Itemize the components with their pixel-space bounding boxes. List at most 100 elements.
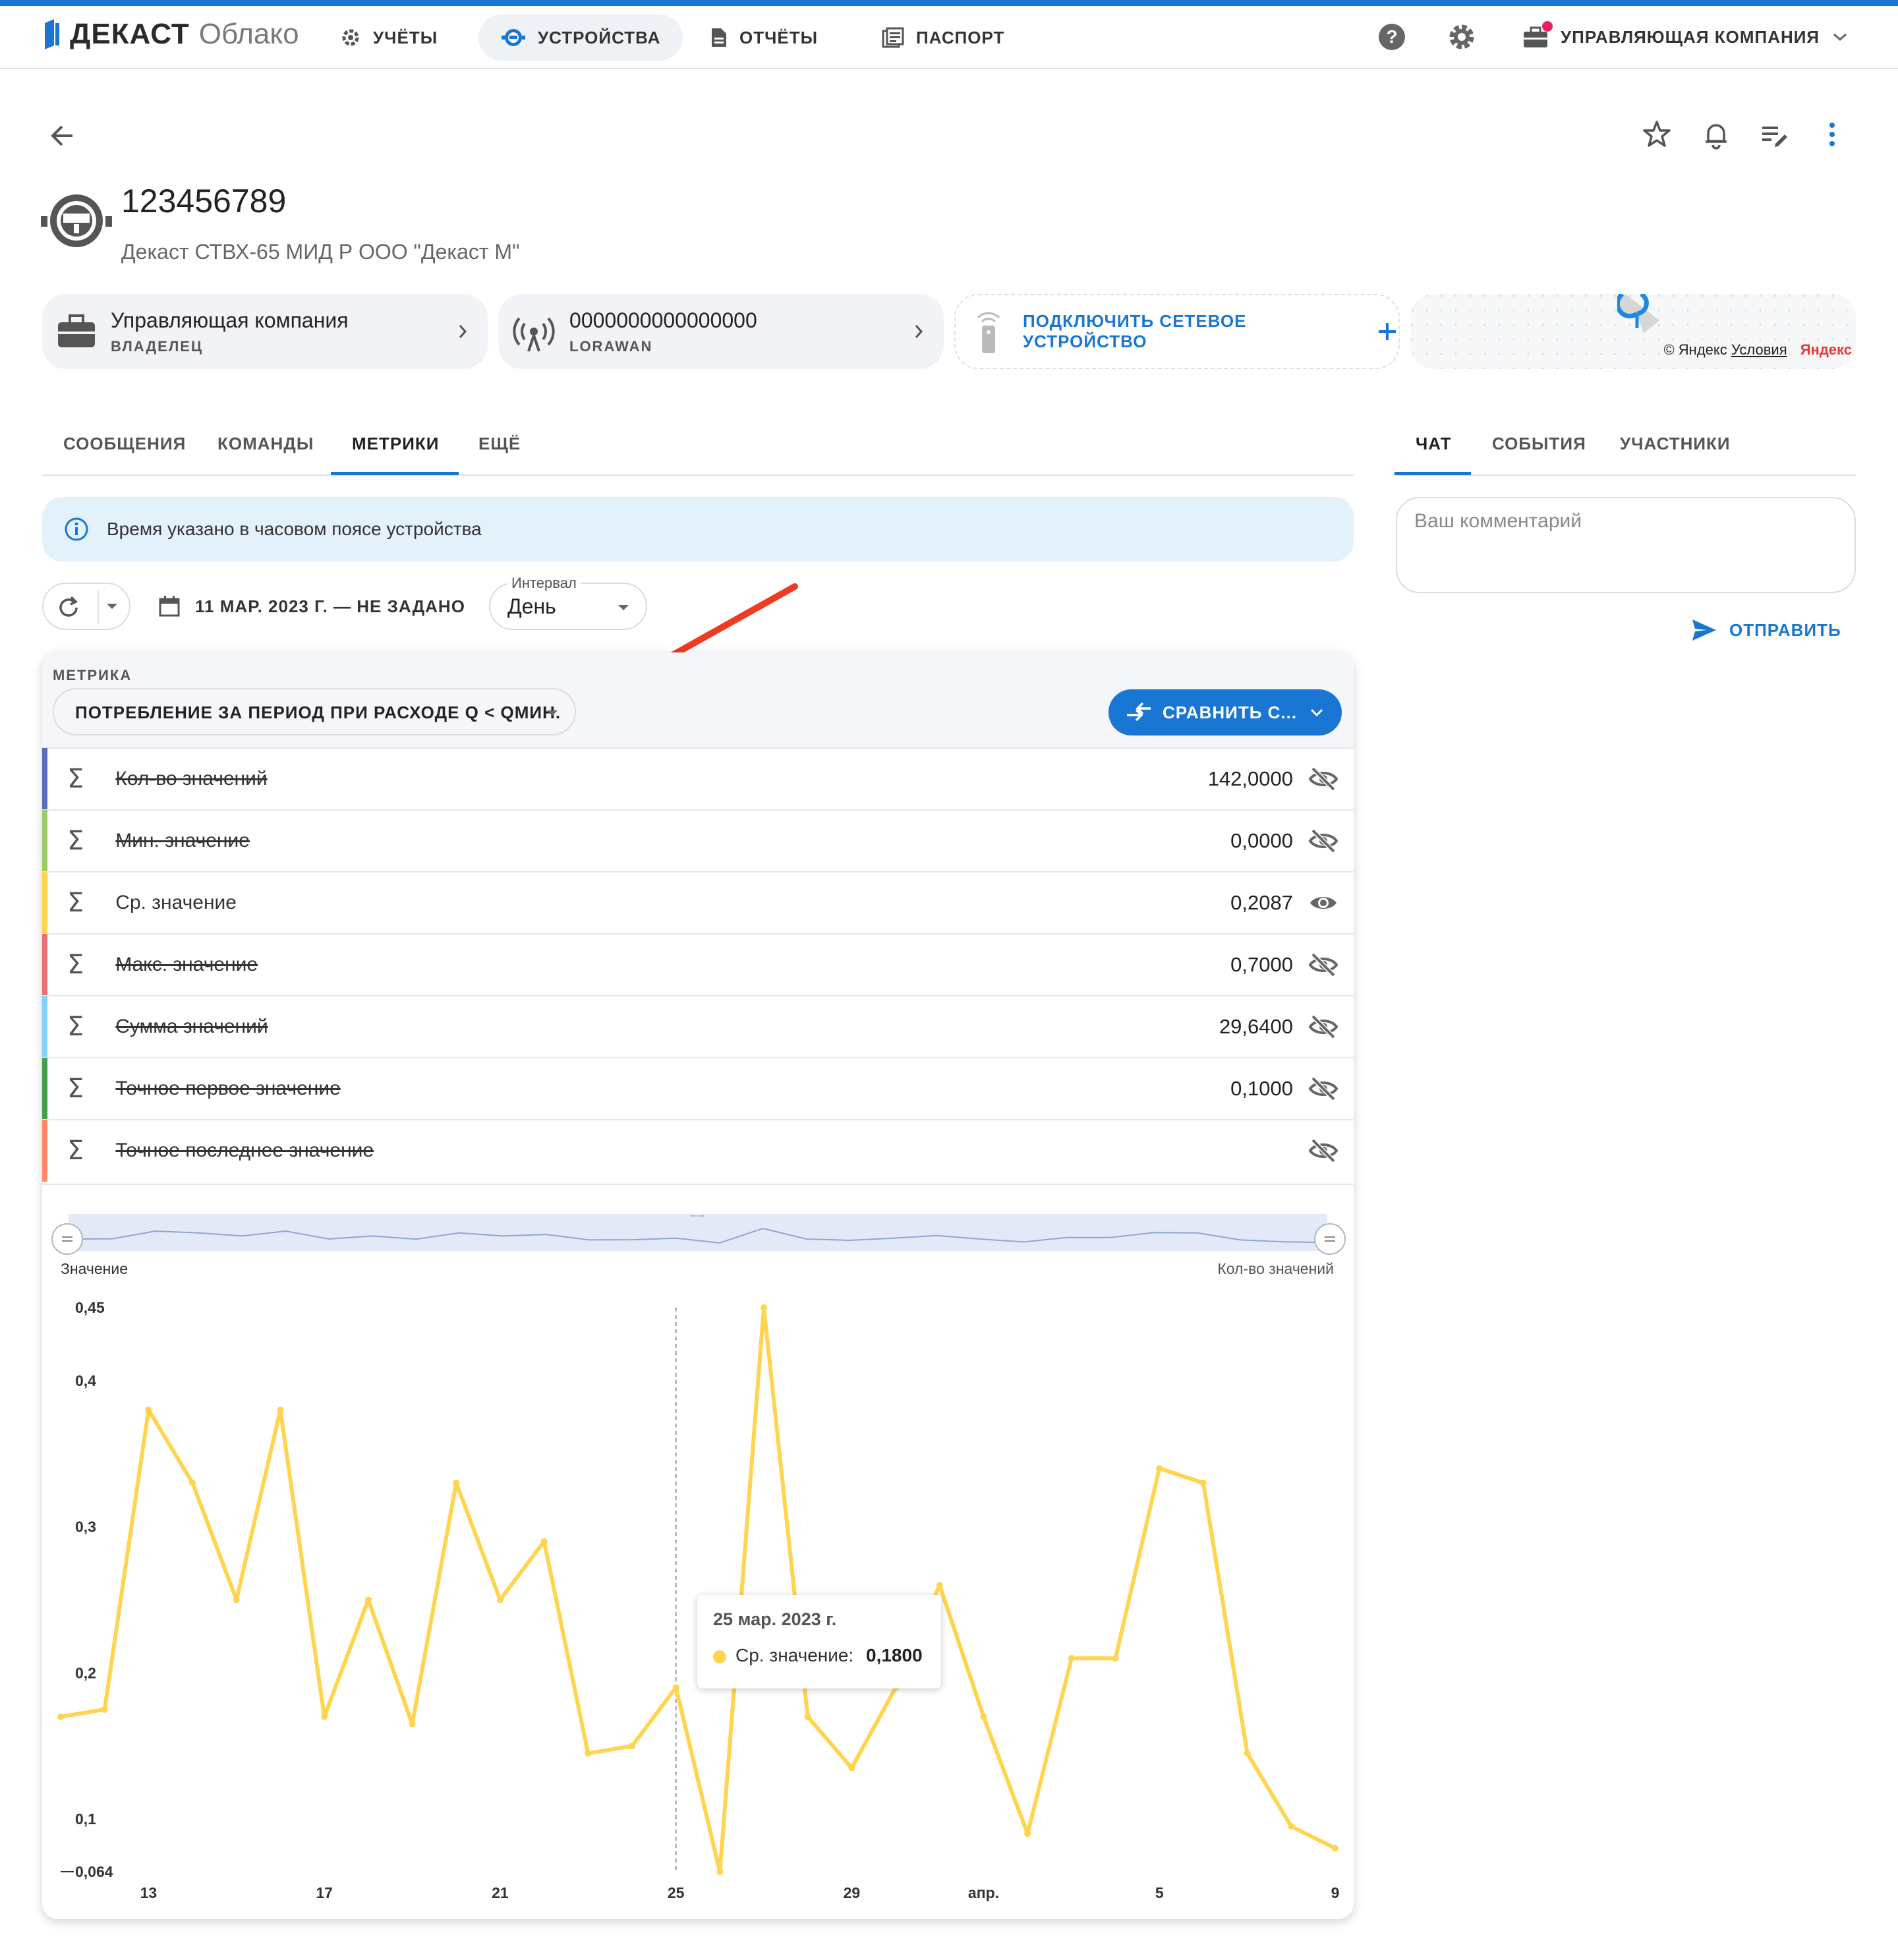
series-point[interactable] — [1156, 1464, 1163, 1472]
range-slider-preview — [69, 1227, 1327, 1244]
bell-icon[interactable] — [1700, 119, 1732, 150]
series-points — [57, 1304, 1338, 1875]
series-point[interactable] — [1024, 1830, 1031, 1837]
series-point[interactable] — [101, 1706, 108, 1713]
company-menu[interactable]: УПРАВЛЯЮЩАЯ КОМПАНИЯ — [1522, 16, 1849, 58]
tab-events[interactable]: СОБЫТИЯ — [1492, 434, 1586, 454]
tooltip-series-dot — [713, 1650, 726, 1663]
eye-off-icon[interactable] — [1308, 1073, 1339, 1105]
sigma-icon: Σ — [67, 826, 84, 856]
comment-input[interactable]: Ваш комментарий — [1396, 497, 1856, 593]
series-point[interactable] — [936, 1582, 943, 1589]
x-tick-label: 25 — [668, 1884, 685, 1901]
series-point[interactable] — [1288, 1823, 1295, 1830]
logo-icon — [42, 19, 61, 49]
series-point[interactable] — [453, 1480, 460, 1487]
series-point[interactable] — [57, 1713, 64, 1720]
series-point[interactable] — [364, 1596, 372, 1603]
compare-button[interactable]: СРАВНИТЬ С... — [1108, 689, 1342, 735]
map-preview[interactable]: © Яндекс Условия Яндекс — [1410, 294, 1856, 369]
nav-passport[interactable]: ПАСПОРТ — [859, 14, 1027, 61]
refresh-icon[interactable] — [55, 594, 82, 621]
series-point[interactable] — [1068, 1655, 1075, 1662]
metric-row-value: 29,6400 — [1219, 1015, 1293, 1038]
series-point[interactable] — [145, 1406, 152, 1414]
series-point[interactable] — [804, 1713, 811, 1720]
map-terms-link[interactable]: Условия — [1731, 341, 1787, 358]
x-tick-label: апр. — [968, 1884, 999, 1901]
metric-row: Σ Ср. значение 0,2087 — [42, 871, 1354, 934]
metric-row-label: Макс. значение — [115, 954, 258, 975]
owner-card[interactable]: Управляющая компания ВЛАДЕЛЕЦ — [42, 294, 488, 369]
connect-device-card[interactable]: ПОДКЛЮЧИТЬ СЕТЕВОЕ УСТРОЙСТВО — [954, 294, 1400, 369]
network-title: 0000000000000000 — [569, 308, 757, 332]
eye-off-icon[interactable] — [1308, 763, 1339, 795]
help-icon[interactable]: ? — [1377, 22, 1406, 51]
metric-select[interactable]: ПОТРЕБЛЕНИЕ ЗА ПЕРИОД ПРИ РАСХОДЕ Q < QМ… — [53, 688, 576, 735]
series-point[interactable] — [277, 1406, 284, 1414]
series-point[interactable] — [1199, 1480, 1207, 1487]
series-point[interactable] — [1332, 1845, 1338, 1852]
owner-title: Управляющая компания — [111, 308, 349, 332]
series-color-bar — [42, 872, 47, 934]
nav-devices[interactable]: УСТРОЙСТВА — [478, 14, 683, 61]
tab-more[interactable]: ЕЩЁ — [478, 434, 521, 454]
metric-row: Σ Макс. значение 0,7000 — [42, 933, 1354, 996]
send-button[interactable]: ОТПРАВИТЬ — [1691, 616, 1841, 645]
date-range-picker[interactable]: 11 МАР. 2023 Г. — НЕ ЗАДАНО — [158, 592, 465, 621]
series-point[interactable] — [1112, 1655, 1119, 1662]
eye-off-icon[interactable] — [1308, 825, 1339, 857]
series-point[interactable] — [980, 1713, 987, 1720]
series-point[interactable] — [496, 1596, 503, 1603]
more-vert-icon[interactable] — [1816, 119, 1848, 150]
series-color-bar — [42, 1058, 47, 1120]
timezone-info-text: Время указано в часовом поясе устройства — [107, 519, 482, 539]
tab-participants[interactable]: УЧАСТНИКИ — [1620, 434, 1731, 454]
series-point[interactable] — [761, 1304, 768, 1311]
series-point[interactable] — [1244, 1750, 1251, 1757]
series-point[interactable] — [848, 1764, 855, 1772]
tab-commands[interactable]: КОМАНДЫ — [217, 434, 314, 454]
tab-metrics[interactable]: МЕТРИКИ — [352, 434, 439, 454]
edit-list-icon[interactable] — [1758, 119, 1790, 150]
series-point[interactable] — [409, 1721, 416, 1728]
range-slider[interactable] — [69, 1214, 1327, 1251]
star-icon[interactable] — [1641, 119, 1673, 150]
company-label: УПРАВЛЯЮЩАЯ КОМПАНИЯ — [1561, 26, 1820, 47]
gear-icon[interactable] — [1447, 22, 1476, 51]
network-sub: LORAWAN — [569, 337, 653, 355]
series-point[interactable] — [628, 1743, 635, 1750]
sigma-icon: Σ — [67, 1012, 84, 1042]
nav-reports[interactable]: ОТЧЁТЫ — [688, 14, 840, 61]
y-tick-label: 0,1 — [75, 1810, 96, 1828]
yandex-logo: Яндекс — [1800, 341, 1852, 358]
tooltip-date: 25 мар. 2023 г. — [713, 1609, 837, 1629]
eye-icon[interactable] — [1308, 887, 1339, 919]
series-point[interactable] — [585, 1750, 592, 1757]
nav-accounts[interactable]: УЧЁТЫ — [318, 14, 460, 61]
back-arrow-icon[interactable] — [46, 117, 88, 154]
logo[interactable]: ДЕКАСТ Облако — [42, 16, 299, 53]
metric-row: Σ Точное последнее значение — [42, 1119, 1354, 1182]
slider-handle-right[interactable] — [1314, 1223, 1346, 1255]
tab-messages[interactable]: СООБЩЕНИЯ — [63, 434, 186, 454]
caret-down-icon — [544, 706, 560, 720]
series-point[interactable] — [540, 1538, 548, 1545]
series-point[interactable] — [716, 1868, 724, 1875]
send-label: ОТПРАВИТЬ — [1729, 620, 1841, 640]
series-point[interactable] — [321, 1713, 328, 1720]
series-point[interactable] — [672, 1684, 679, 1691]
refresh-dropdown-icon[interactable] — [104, 600, 120, 613]
sigma-icon: Σ — [67, 1074, 84, 1104]
eye-off-icon[interactable] — [1308, 1011, 1339, 1043]
network-card[interactable]: 0000000000000000 LORAWAN — [498, 294, 944, 369]
slider-handle-left[interactable] — [51, 1223, 83, 1255]
series-color-bar — [42, 810, 47, 872]
tab-chat[interactable]: ЧАТ — [1416, 434, 1452, 454]
series-point[interactable] — [189, 1480, 196, 1487]
date-range-label: 11 МАР. 2023 Г. — НЕ ЗАДАНО — [195, 596, 465, 616]
series-point[interactable] — [233, 1596, 240, 1603]
eye-off-icon[interactable] — [1308, 1135, 1339, 1167]
slider-grip[interactable] — [691, 1215, 704, 1218]
eye-off-icon[interactable] — [1308, 949, 1339, 981]
